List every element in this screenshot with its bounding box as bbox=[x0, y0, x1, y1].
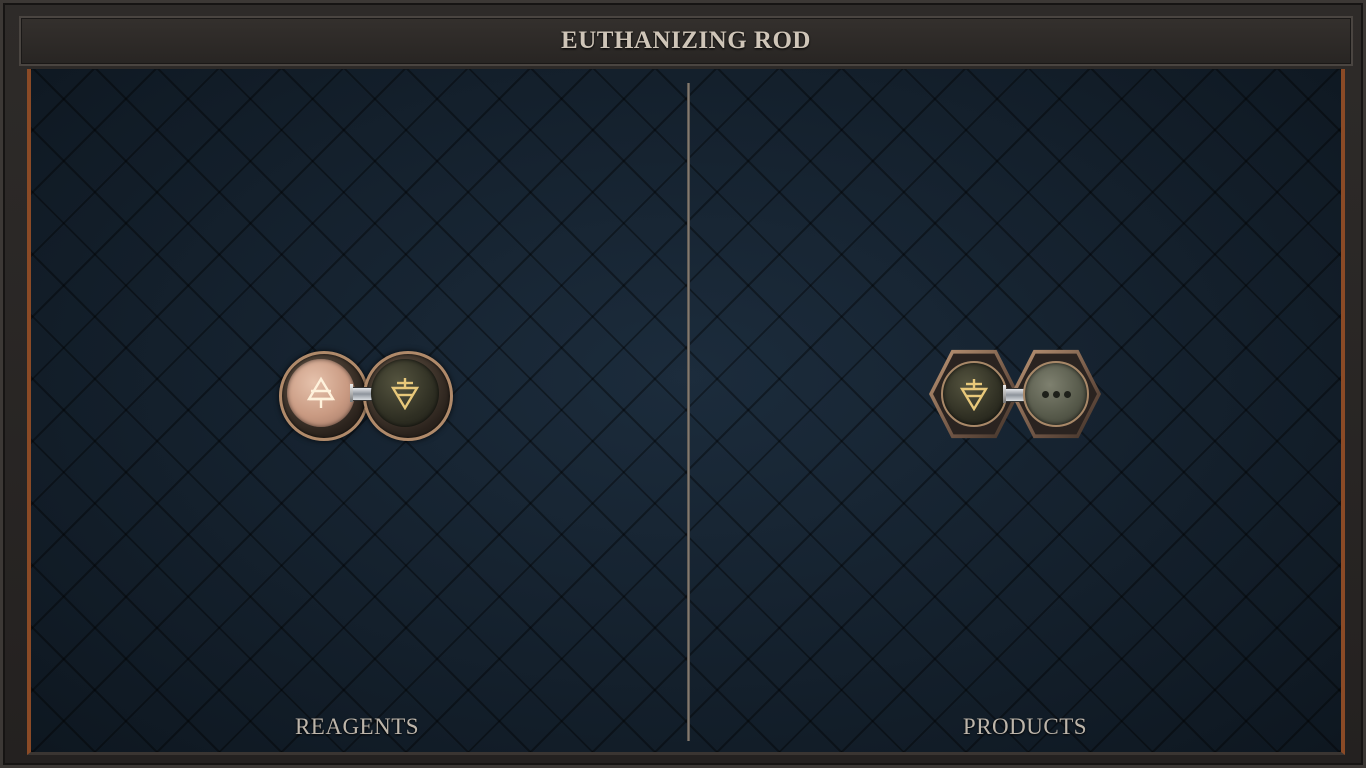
page-title: EUTHANIZING ROD bbox=[561, 27, 811, 54]
recipe-board: REAGENTS PRODUCTS bbox=[27, 69, 1345, 755]
reagents-label: REAGENTS bbox=[294, 714, 420, 739]
ellipsis-icon bbox=[1041, 390, 1071, 398]
earth-down-triangle-icon bbox=[390, 378, 420, 410]
reagent-token-earth[interactable] bbox=[371, 359, 439, 427]
air-up-triangle-icon bbox=[306, 376, 336, 408]
window-frame: EUTHANIZING ROD REAGENTS PRODUCTS bbox=[0, 0, 1366, 768]
panel-divider bbox=[687, 83, 690, 741]
products-group bbox=[929, 347, 1101, 441]
title-bar: EUTHANIZING ROD bbox=[19, 16, 1353, 66]
reagent-token-air[interactable] bbox=[287, 359, 355, 427]
earth-down-triangle-icon bbox=[959, 379, 989, 411]
product-token-earth[interactable] bbox=[941, 361, 1007, 427]
reagents-group bbox=[279, 351, 453, 441]
products-label: PRODUCTS bbox=[962, 714, 1088, 739]
product-token-unknown[interactable] bbox=[1023, 361, 1089, 427]
